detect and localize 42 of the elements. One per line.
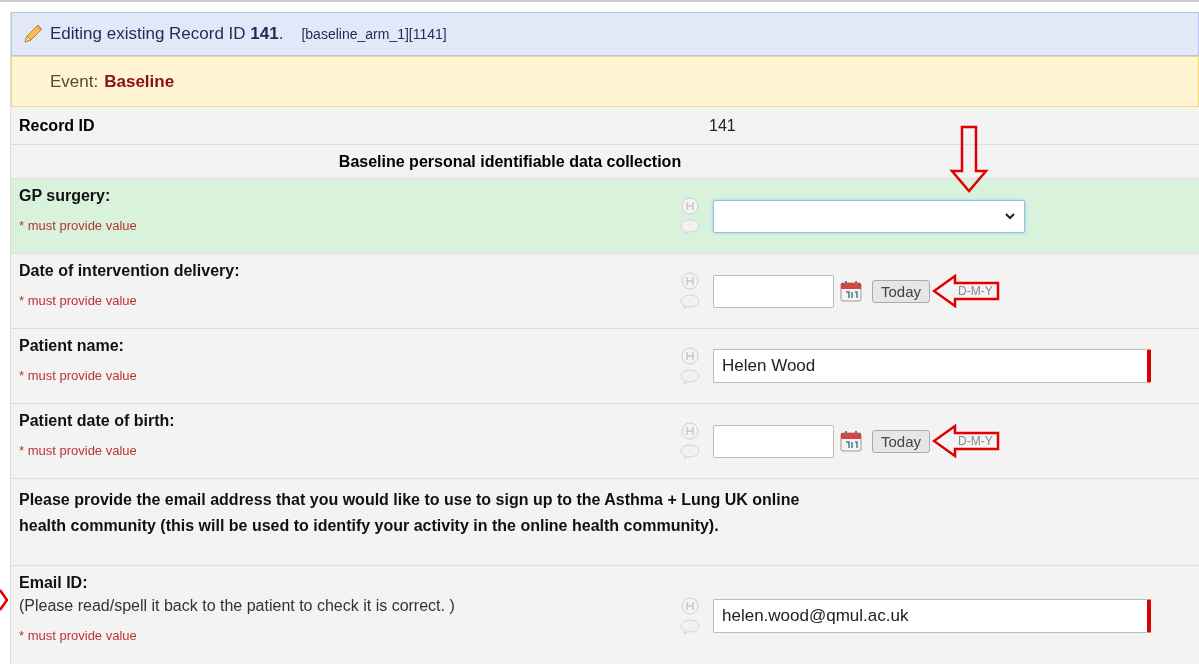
calendar-icon[interactable]	[840, 280, 862, 302]
text-field[interactable]: helen.wood@qmul.ac.uk	[713, 599, 1151, 633]
comment-icon[interactable]	[680, 369, 700, 385]
event-name: Baseline	[104, 71, 175, 92]
date-format-hint: D-M-Y	[958, 284, 993, 298]
history-icon[interactable]	[681, 272, 699, 290]
field-hint: (Please read/spell it back to the patient to check it is correct. )	[19, 597, 456, 615]
date-field[interactable]	[713, 424, 834, 458]
field-label: Patient name:	[19, 337, 125, 355]
field-label: Email ID:	[19, 574, 89, 592]
date-field[interactable]	[713, 274, 834, 308]
date-format-hint: D-M-Y	[958, 434, 993, 448]
record-id-value: 141	[709, 116, 736, 135]
calendar-icon[interactable]	[840, 430, 862, 452]
field-label: GP surgery:	[19, 187, 112, 205]
comment-icon[interactable]	[680, 219, 700, 235]
today-button[interactable]: Today	[872, 279, 931, 303]
history-icon[interactable]	[681, 347, 699, 365]
record-title: Editing existing Record ID 141.	[50, 24, 284, 44]
today-button[interactable]: Today	[872, 429, 931, 453]
record-id-label: Record ID	[18, 116, 96, 135]
comment-icon[interactable]	[680, 619, 700, 635]
required-note: * must provide value	[19, 368, 138, 383]
required-note: * must provide value	[19, 628, 138, 643]
description-text: Please provide the email address that you would like to use to sign up to the Asthma + Lung UK online health community (this will be used to identify your activity in the online health community).	[19, 490, 801, 536]
text-field[interactable]: Helen Wood	[713, 349, 1151, 383]
field-label: Patient date of birth:	[19, 412, 176, 430]
comment-icon[interactable]	[680, 294, 700, 310]
event-label: Event:	[50, 71, 99, 92]
history-icon[interactable]	[681, 422, 699, 440]
required-note: * must provide value	[19, 443, 138, 458]
chevron-down-icon	[1004, 212, 1016, 220]
history-icon[interactable]	[681, 197, 699, 215]
section-heading: Baseline personal identifiable data collection	[338, 152, 682, 171]
field-label: Date of intervention delivery:	[19, 262, 241, 280]
history-icon[interactable]	[681, 597, 699, 615]
comment-icon[interactable]	[680, 444, 700, 460]
required-note: * must provide value	[19, 293, 138, 308]
record-context: [baseline_arm_1][1141]	[301, 26, 447, 42]
required-note: * must provide value	[19, 218, 138, 233]
pencil-icon	[22, 23, 44, 45]
dropdown-field[interactable]	[713, 199, 1025, 233]
